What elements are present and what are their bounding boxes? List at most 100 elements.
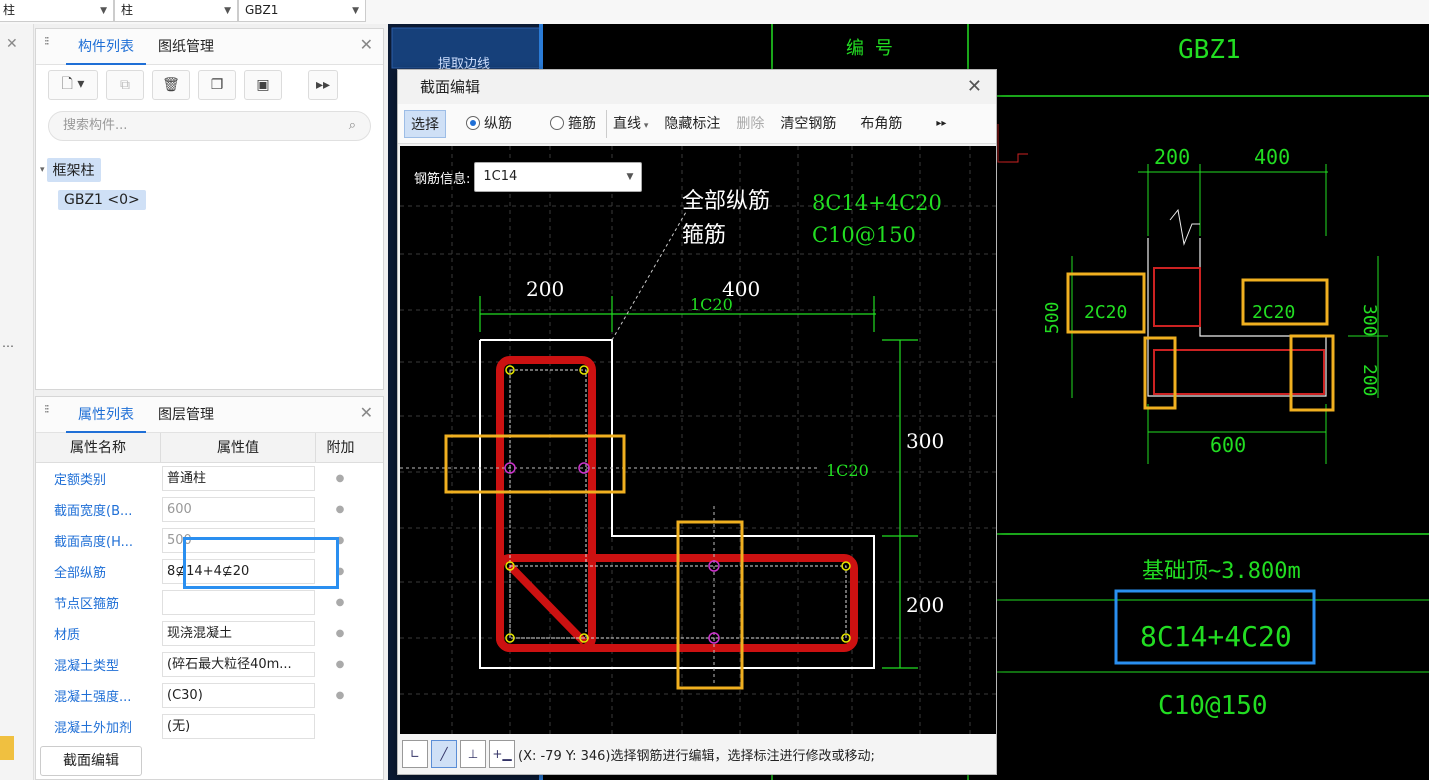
clear-rebar-button[interactable]: 清空钢筋: [774, 110, 842, 138]
property-value-field[interactable]: (碎石最大粒径40m...: [162, 652, 315, 677]
close-icon[interactable]: ✕: [967, 70, 982, 104]
tree-node-frame-column[interactable]: 框架柱: [46, 158, 101, 182]
cad-long-rebar: 8C14+4C20: [1140, 620, 1292, 653]
dialog-statusbar: ∟ ╱ ⊥ +▁ (X: -79 Y: 346)选择钢筋进行编辑，选择标注进行修…: [398, 734, 996, 774]
section-edit-dialog: 截面编辑 ✕ 选择 纵筋 箍筋 直线 ▾ 隐藏标注 删除 清空钢筋 布角筋 ▸▸: [397, 69, 997, 775]
stirrup-radio[interactable]: 箍筋: [544, 110, 602, 138]
copy-button[interactable]: ⧉: [106, 70, 144, 100]
delete-button[interactable]: 删除: [730, 110, 770, 138]
add-snap-button[interactable]: +▁: [489, 740, 515, 768]
dim-200-top: 200: [526, 277, 564, 301]
extra-dot-icon[interactable]: ●: [315, 628, 365, 639]
left-side-strip: ✕ ⋯: [0, 24, 34, 780]
rebar-info-select[interactable]: 1C14 ▼: [474, 162, 643, 192]
new-component-button[interactable]: 🗋 ▾: [48, 70, 98, 100]
cad-fragment: [997, 124, 1028, 163]
highlight-box: [1143, 336, 1177, 410]
section-drawing: 全部纵筋 8C14+4C20 箍筋 C10@150 200 400 1C20 3…: [400, 146, 996, 734]
col-value-header: 属性值: [160, 433, 315, 462]
highlight-box: [676, 520, 744, 690]
rebar-label-top: 1C20: [690, 295, 733, 314]
select-tool-button[interactable]: 选择: [404, 109, 446, 138]
table-row: 混凝土外加剂 (无): [36, 711, 383, 742]
more-tools-button[interactable]: ▸▸: [308, 70, 338, 100]
component-panel-tabs: ⁝⁝ 构件列表 图纸管理 ✕: [36, 29, 383, 65]
col-extra-header: 附加: [315, 433, 365, 462]
line-snap-button[interactable]: ╱: [431, 740, 457, 768]
section-edit-button[interactable]: 截面编辑: [40, 746, 142, 776]
extra-dot-icon[interactable]: ●: [315, 690, 365, 701]
section-canvas[interactable]: 全部纵筋 8C14+4C20 箍筋 C10@150 200 400 1C20 3…: [400, 146, 996, 734]
tab-drawing-manage[interactable]: 图纸管理: [146, 29, 226, 65]
component-tree: ▾ 框架柱 GBZ1 <0>: [36, 147, 383, 223]
cad-dim-200b: 200: [1359, 364, 1380, 397]
cad-right-rebar: 2C20: [1252, 302, 1295, 323]
cad-stirrup: C10@150: [1158, 691, 1268, 721]
col-name-header: 属性名称: [70, 440, 126, 456]
property-table-header: 属性名称 属性值 附加: [36, 433, 383, 463]
hide-labels-button[interactable]: 隐藏标注: [658, 110, 726, 138]
tree-expand-icon[interactable]: ▾: [40, 165, 45, 175]
stirrup-value: C10@150: [812, 223, 916, 247]
drag-handle-icon[interactable]: ⁝⁝: [44, 403, 56, 422]
save-template-button[interactable]: ▣: [244, 70, 282, 100]
property-panel: ⁝⁝ 属性列表 图层管理 ✕ 属性名称 属性值 附加 定额类别 普通柱 ● 截面宽度…: [35, 396, 384, 780]
line-mode-select[interactable]: 直线 ▾: [606, 109, 654, 138]
property-value-field[interactable]: (C30): [162, 683, 315, 708]
diagonal-line-icon: ╱: [440, 747, 448, 761]
tab-layer-manage[interactable]: 图层管理: [146, 397, 226, 433]
extra-dot-icon[interactable]: ●: [315, 659, 365, 670]
label-leader-line: [611, 211, 687, 341]
cad-dim-300: 300: [1359, 304, 1380, 337]
property-value-field[interactable]: 600: [162, 497, 315, 522]
highlight-box: [444, 434, 626, 494]
chevron-down-icon: ▼: [352, 6, 359, 16]
side-tab-marker[interactable]: [0, 736, 14, 760]
component-type-select[interactable]: 柱 ▼: [114, 0, 238, 22]
highlight-box: [1289, 334, 1335, 412]
cad-left-rebar: 2C20: [1084, 302, 1127, 323]
table-row: 混凝土强度... (C30) ●: [36, 680, 383, 711]
duplicate-icon: ❐: [210, 77, 224, 93]
component-list-panel: ⁝⁝ 构件列表 图纸管理 ✕ 🗋 ▾ ⧉ 🗑 ❐ ▣ ▸▸ 搜索构件... ⌕ …: [35, 28, 384, 390]
property-value-field[interactable]: 现浇混凝土: [162, 621, 315, 646]
perpendicular-snap-button[interactable]: ⊥: [460, 740, 486, 768]
rebar-info-bar: 钢筋信息: 1C14 ▼: [414, 162, 643, 192]
rebar-info-value: 1C14: [483, 169, 518, 184]
delete-button[interactable]: 🗑: [152, 70, 190, 100]
drag-handle-icon[interactable]: ⁝⁝: [44, 35, 56, 54]
cad-header-number: 编 号: [846, 38, 893, 59]
dialog-titlebar[interactable]: 截面编辑 ✕: [398, 70, 996, 104]
component-name-select[interactable]: GBZ1 ▼: [238, 0, 366, 22]
property-value-field[interactable]: 普通柱: [162, 466, 315, 491]
more-icon[interactable]: ▸▸: [930, 110, 952, 138]
longitudinal-label: 纵筋: [484, 115, 512, 132]
duplicate-button[interactable]: ❐: [198, 70, 236, 100]
close-icon[interactable]: ✕: [360, 35, 373, 54]
tab-component-list[interactable]: 构件列表: [66, 29, 146, 65]
tree-node-gbz1[interactable]: GBZ1 <0>: [58, 190, 146, 210]
stirrup-label: 箍筋: [682, 223, 726, 248]
component-type-value: 柱: [121, 3, 134, 17]
extra-dot-icon[interactable]: ●: [315, 597, 365, 608]
property-value-field[interactable]: [162, 590, 315, 615]
component-search-input[interactable]: 搜索构件... ⌕: [48, 111, 371, 141]
new-file-icon: 🗋 ▾: [61, 76, 85, 92]
cad-dim-500: 500: [1042, 301, 1063, 334]
extra-dot-icon[interactable]: ●: [315, 504, 365, 515]
cad-dim-400: 400: [1254, 145, 1290, 169]
line-mode-label: 直线: [613, 115, 641, 132]
property-value-field[interactable]: (无): [162, 714, 315, 739]
property-name: 截面宽度(B...: [54, 504, 133, 519]
close-icon[interactable]: ✕: [360, 403, 373, 422]
more-icon[interactable]: ⋯: [2, 339, 14, 353]
property-name: 截面高度(H...: [54, 535, 134, 550]
ortho-snap-button[interactable]: ∟: [402, 740, 428, 768]
table-row: 材质 现浇混凝土 ●: [36, 618, 383, 649]
extra-dot-icon[interactable]: ●: [315, 473, 365, 484]
longitudinal-radio[interactable]: 纵筋: [460, 110, 518, 138]
close-icon[interactable]: ✕: [6, 36, 18, 52]
corner-rebar-button[interactable]: 布角筋: [854, 110, 908, 138]
floor-type-select[interactable]: 柱 ▼: [0, 0, 114, 22]
tab-property-list[interactable]: 属性列表: [66, 397, 146, 433]
